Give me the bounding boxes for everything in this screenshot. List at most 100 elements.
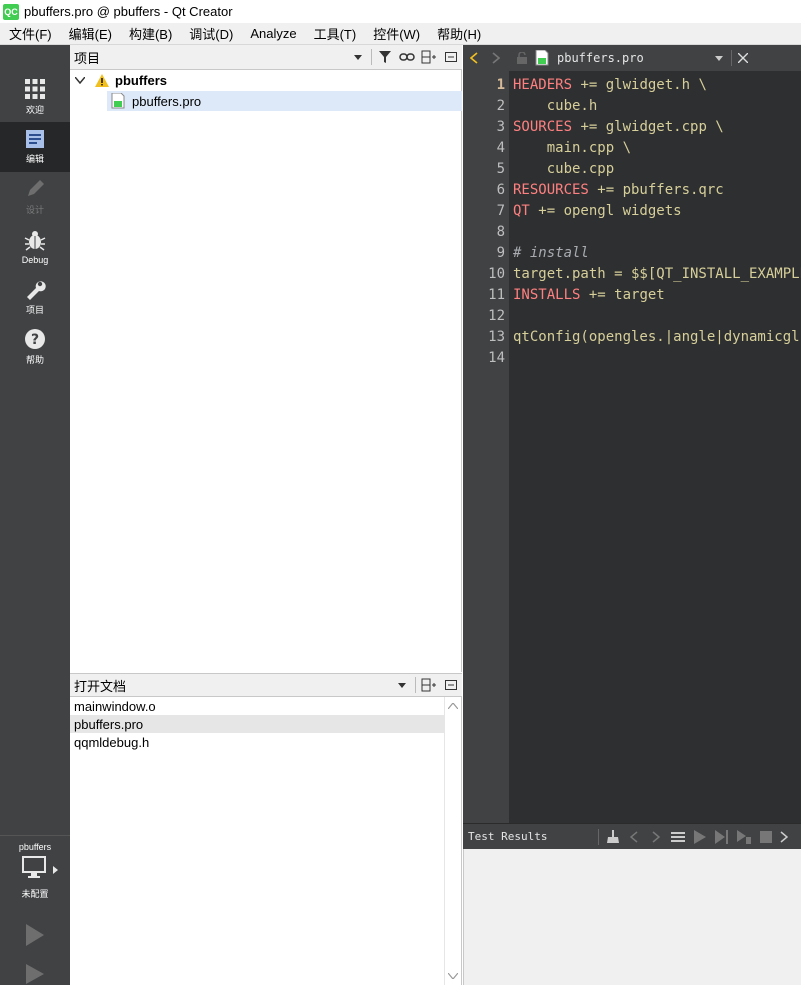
line-number: 9 [496,245,505,261]
kit-selector[interactable]: pbuffers 未配置 [0,835,70,915]
code-keyword: QT [513,203,530,219]
menu-widgets[interactable]: 控件(W) [364,24,428,43]
line-number: 11 [488,287,505,303]
vertical-scrollbar[interactable] [444,697,461,985]
play-icon [26,924,44,946]
line-number: 4 [496,140,505,156]
code-editor[interactable]: 1 2 3 4 5 6 7 8 9 10 11 12 13 14 HEADERS… [463,71,801,823]
split-button[interactable] [418,47,440,67]
title-bar: QC pbuffers.pro @ pbuffers - Qt Creator [0,0,801,23]
prev-result-button[interactable] [623,830,645,843]
run-button[interactable] [24,923,46,950]
code-line: qtConfig(opengles.|angle|dynamicgl) [513,327,801,348]
document-edit-icon [26,130,44,148]
filter-button[interactable] [374,47,396,67]
run-all-button[interactable] [689,829,711,844]
mode-debug[interactable]: Debug [0,222,70,272]
code-text: += pbuffers.qrc [588,182,724,198]
close-pane-icon [445,680,457,690]
line-number: 6 [496,182,505,198]
filter-results-button[interactable] [667,831,689,843]
projects-pane-title: 项目 [74,50,101,66]
view-dropdown-button[interactable] [347,47,369,67]
nav-forward-button[interactable] [485,52,507,64]
question-icon: ? [25,329,45,349]
code-text: target.path = $$[QT_INSTALL_EXAMPLES] [513,266,801,282]
line-number: 13 [488,329,505,345]
dropdown-arrow-icon [398,682,406,688]
close-editor-button[interactable] [732,53,754,63]
editor-file-combo[interactable]: pbuffers.pro [557,51,715,65]
menu-edit[interactable]: 编辑(E) [60,24,120,43]
chevron-right-icon [780,830,788,843]
warning-icon [95,73,109,87]
pencil-icon [28,180,44,196]
mode-projects-label: 项目 [25,305,44,315]
opendocs-dropdown-button[interactable] [391,675,413,695]
menu-help[interactable]: 帮助(H) [428,24,489,43]
mode-sidebar: 欢迎 编辑 设计 Debug 项目 ? 帮助 pbuffers 未配置 [0,45,70,985]
grid-icon [25,79,45,99]
mode-edit[interactable]: 编辑 [0,122,70,172]
chevron-right-icon [652,830,660,843]
menu-analyze[interactable]: Analyze [241,26,304,41]
next-result-button[interactable] [645,830,667,843]
mode-design[interactable]: 设计 [0,172,70,222]
code-line: QT += opengl widgets [513,201,682,222]
line-number: 8 [496,224,505,240]
code-text: qtConfig(opengles.|angle|dynamicgl) [513,329,801,345]
menu-build[interactable]: 构建(B) [120,24,180,43]
list-icon [671,831,685,842]
sync-button[interactable] [396,47,418,67]
mode-welcome[interactable]: 欢迎 [0,72,70,122]
line-number-gutter: 1 2 3 4 5 6 7 8 9 10 11 12 13 14 [463,71,509,823]
close-pane-button[interactable] [440,47,462,67]
tree-root-row[interactable]: pbuffers [70,70,462,90]
menu-file[interactable]: 文件(F) [0,24,60,43]
code-text: cube.cpp [513,161,615,177]
mode-design-label: 设计 [25,205,44,215]
stop-button[interactable] [755,830,777,843]
menu-debug[interactable]: 调试(D) [180,24,241,43]
open-document-item[interactable]: mainwindow.o [70,697,445,715]
broom-icon [607,829,619,843]
debug-run-button[interactable] [24,963,46,988]
mode-projects[interactable]: 项目 [0,272,70,322]
open-document-item[interactable]: qqmldebug.h [70,733,445,751]
open-documents-title: 打开文档 [74,678,127,694]
clear-results-button[interactable] [603,829,623,844]
close-pane-icon [445,52,457,62]
mode-help-label: 帮助 [25,355,44,365]
run-selected-button[interactable] [711,829,733,844]
code-text: += target [580,287,665,303]
line-number: 12 [488,308,505,324]
code-comment: # install [513,245,589,261]
play-icon [694,829,706,844]
line-number: 7 [496,203,505,219]
more-button[interactable] [777,830,791,843]
open-documents-list: mainwindow.o pbuffers.pro qqmldebug.h [70,697,462,985]
opendocs-close-button[interactable] [440,675,462,695]
run-file-button[interactable] [733,829,755,844]
line-number: 1 [496,77,505,93]
code-text: main.cpp \ [513,140,632,156]
code-line: SOURCES += glwidget.cpp \ [513,117,724,138]
kit-project-name: pbuffers [18,842,52,852]
open-document-item[interactable]: pbuffers.pro [70,715,445,733]
mode-help[interactable]: ? 帮助 [0,322,70,372]
bug-icon [24,230,46,251]
scroll-up-icon [448,703,458,709]
menu-tools[interactable]: 工具(T) [305,24,365,43]
code-keyword: SOURCES [513,119,573,135]
qt-creator-logo-icon: QC [3,3,19,20]
opendocs-split-button[interactable] [418,675,440,695]
project-tree: pbuffers pbuffers.pro [70,70,462,672]
arrow-right-icon [53,866,58,874]
wrench-icon [27,281,46,300]
menu-bar: 文件(F) 编辑(E) 构建(B) 调试(D) Analyze 工具(T) 控件… [0,23,801,45]
nav-back-button[interactable] [463,52,485,64]
code-line: main.cpp \ [513,138,631,159]
code-keyword: RESOURCES [513,182,589,198]
code-line: INSTALLS += target [513,285,665,306]
tree-file-row[interactable]: pbuffers.pro [107,91,462,111]
